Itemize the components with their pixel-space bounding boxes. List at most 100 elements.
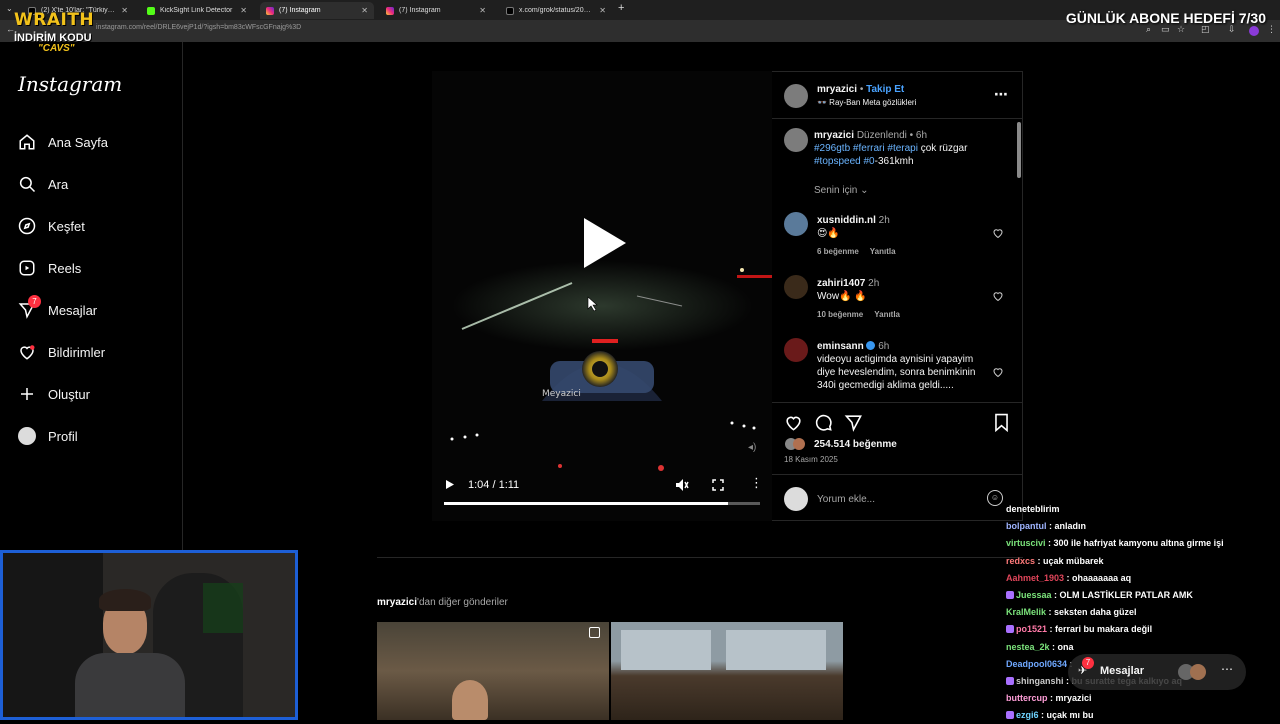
comment-likes[interactable]: 6 beğenme [817,247,859,256]
hashtags[interactable]: #296gtb #ferrari #terapi [814,143,918,154]
close-icon[interactable]: ✕ [361,6,368,15]
more-options-icon[interactable]: ⋯ [994,86,1008,103]
like-icon[interactable] [784,413,803,432]
like-comment-icon[interactable] [992,227,1004,239]
comment-text: Wow🔥 🔥 [817,291,867,302]
menu-icon[interactable]: ⋮ [1267,24,1276,35]
save-icon[interactable] [993,413,1010,432]
close-icon[interactable]: ✕ [479,6,486,15]
reply-button[interactable]: Yanıtla [874,310,900,319]
search-icon [19,176,36,193]
comment-icon[interactable] [814,413,833,432]
new-tab-button[interactable]: + [618,2,624,14]
close-icon[interactable]: ✕ [599,6,606,15]
comment-sort-dropdown[interactable]: Senin için ⌄ [814,185,869,196]
comment-time: 2h [868,278,880,289]
sidebar-item-home[interactable]: Ana Sayfa [18,133,108,151]
comment-username[interactable]: xusniddin.nl [817,215,876,226]
sidebar-item-profile[interactable]: Profil [18,427,78,445]
progress-bar[interactable] [444,502,760,505]
grid-post-2[interactable] [611,622,843,720]
dashboard-text: Meyazici [542,389,581,399]
author-avatar[interactable] [784,84,808,108]
sidebar-item-create[interactable]: Oluştur [18,385,90,403]
video-frame: Meyazici [450,261,772,471]
follow-button[interactable]: Takip Et [866,84,904,95]
profile-avatar-icon[interactable] [1249,26,1259,36]
reply-button[interactable]: Yanıtla [870,247,896,256]
close-icon[interactable]: ✕ [121,6,128,15]
streamer-body [75,653,185,717]
caption-avatar[interactable] [784,128,808,152]
grid-post-1[interactable] [377,622,609,720]
chat-text: ferrari bu makara değil [1055,624,1153,635]
browser-tab-3[interactable]: (7) Instagram ✕ [260,2,374,19]
author-username[interactable]: mryazici [817,84,857,95]
messages-pill[interactable]: ✈ 7 Mesajlar ⋯ [1068,654,1246,690]
browser-tab-5[interactable]: x.com/grok/status/200704649 ✕ [500,2,612,19]
chat-username: KralMelik [1006,607,1047,618]
chat-message: virtuscivi : 300 ile hafriyat kamyonu al… [1006,535,1280,552]
section-divider [377,557,1023,558]
comment-input[interactable]: Yorum ekle... [817,494,875,505]
commenter-avatar[interactable] [784,275,808,299]
commenter-avatar[interactable] [784,338,808,362]
comment-username[interactable]: zahiri1407 [817,278,865,289]
sidebar-item-messages[interactable]: 7 Mesajlar [18,295,97,319]
more-options-icon[interactable]: ⋮ [750,475,763,491]
play-icon[interactable] [445,479,455,490]
chat-separator: : [1045,538,1054,549]
messages-badge: 7 [1082,657,1094,669]
fullscreen-icon[interactable] [712,479,724,491]
compass-icon [18,217,36,235]
comment-username[interactable]: eminsann [817,341,864,352]
mute-icon[interactable] [675,478,689,492]
play-overlay-icon[interactable] [580,216,630,270]
browser-tab-2[interactable]: KickSight Link Detector ✕ [141,2,253,19]
home-icon [19,134,35,150]
sidebar-item-reels[interactable]: Reels [18,259,81,277]
heart-icon [20,345,35,360]
instagram-icon [266,6,274,15]
caption-time: 6h [915,130,928,141]
tab-title: KickSight Link Detector [160,7,233,14]
tab-search-icon[interactable]: ⌄ [6,4,13,13]
url-field[interactable]: instagram.com/reel/DRLE6vejP1d/?igsh=bm8… [96,24,301,31]
likes-count[interactable]: 254.514 beğenme [814,439,897,450]
chat-separator: : [1047,624,1056,635]
sidebar-item-notifications[interactable]: Bildirimler [18,343,105,361]
messages-label: Mesajlar [1100,665,1145,677]
reel-video-player[interactable]: Meyazici ◂) 1:04 / 1:11 ⋮ [432,71,772,521]
share-icon[interactable] [844,413,863,432]
chat-text: deneteblirim [1006,504,1060,514]
post-side-panel: mryazici • Takip Et 👓 Ray-Ban Meta gözlü… [772,71,1023,521]
caption-username[interactable]: mryazici [814,130,854,141]
sidebar-item-search[interactable]: Ara [18,175,68,193]
instagram-icon [386,6,394,15]
chat-text: 300 ile hafriyat kamyonu altına girme iş… [1053,538,1224,549]
hashtags[interactable]: #topspeed #0 [814,156,875,167]
instagram-logo[interactable]: Instagram [18,72,122,96]
like-comment-icon[interactable] [992,366,1004,378]
more-posts-author[interactable]: mryazici [377,597,417,608]
emoji-icon[interactable]: ☺ [987,490,1003,506]
chat-username: redxcs [1006,555,1036,566]
comment-likes[interactable]: 10 beğenme [817,310,863,319]
caption-text: -361kmh [874,156,914,167]
window-thumbnail [621,630,711,670]
person-thumbnail [452,680,488,720]
close-icon[interactable]: ✕ [240,6,247,15]
sponsor-name: WRAITH [14,10,95,30]
sidebar-item-explore[interactable]: Keşfet [18,217,85,235]
profile-avatar [18,427,36,445]
stream-chat: deneteblirim bolpantul : anladın virtusciv… [1006,501,1280,724]
browser-tab-4[interactable]: (7) Instagram ✕ [380,2,492,19]
like-comment-icon[interactable] [992,290,1004,302]
post-subtitle[interactable]: 👓 Ray-Ban Meta gözlükleri [817,98,916,107]
divider [772,474,1023,475]
more-options-icon: ⋯ [1221,662,1233,676]
chat-separator: : [1049,641,1058,652]
comment-meta: 6 beğenme Yanıtla [817,247,896,256]
comments-scrollbar[interactable] [1017,122,1021,178]
commenter-avatar[interactable] [784,212,808,236]
